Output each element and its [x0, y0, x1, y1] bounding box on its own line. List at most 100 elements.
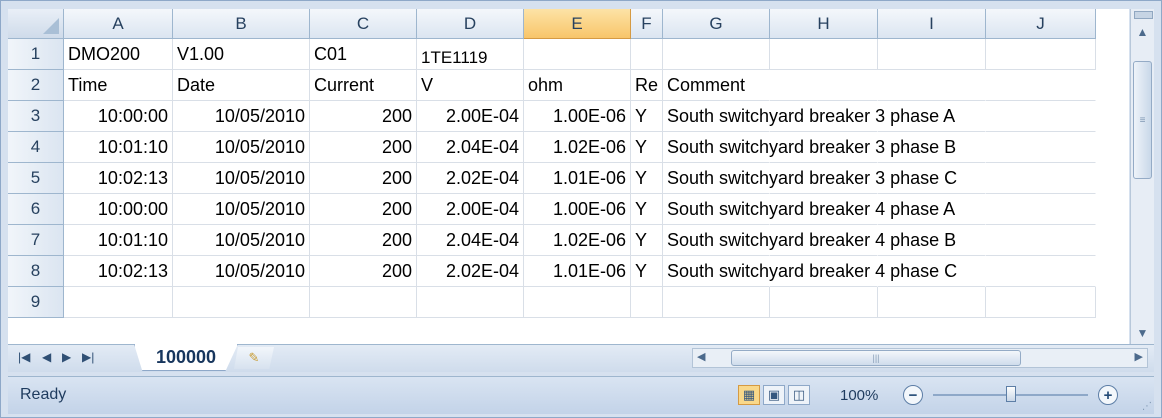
cell-d3[interactable]: 2.00E-04 — [417, 101, 524, 132]
next-sheet-icon[interactable]: ▶ — [62, 350, 71, 364]
cell-e8[interactable]: 1.01E-06 — [524, 256, 631, 287]
cell-b3[interactable]: 10/05/2010 — [173, 101, 310, 132]
vertical-scroll-thumb[interactable]: ≡ — [1133, 61, 1152, 179]
cell-a9[interactable] — [64, 287, 173, 318]
cell-j3[interactable] — [986, 101, 1096, 132]
cell-g6[interactable]: South switchyard breaker 4 phase A — [663, 194, 955, 225]
cell-h2[interactable] — [770, 70, 878, 101]
cell-i1[interactable] — [878, 39, 986, 70]
insert-sheet-icon[interactable]: ✎ — [234, 347, 274, 369]
cell-c3[interactable]: 200 — [310, 101, 417, 132]
zoom-level[interactable]: 100% — [840, 387, 878, 404]
row-header-2[interactable]: 2 — [8, 70, 64, 101]
page-break-preview-icon[interactable]: ◫ — [788, 385, 810, 405]
cell-e7[interactable]: 1.02E-06 — [524, 225, 631, 256]
cell-d8[interactable]: 2.02E-04 — [417, 256, 524, 287]
cell-i9[interactable] — [878, 287, 986, 318]
cell-c7[interactable]: 200 — [310, 225, 417, 256]
zoom-out-icon[interactable]: − — [903, 385, 923, 405]
scroll-up-icon[interactable]: ▲ — [1133, 23, 1152, 41]
cell-g9[interactable] — [663, 287, 770, 318]
cell-d4[interactable]: 2.04E-04 — [417, 132, 524, 163]
cell-g5[interactable]: South switchyard breaker 3 phase C — [663, 163, 957, 194]
cell-g4[interactable]: South switchyard breaker 3 phase B — [663, 132, 956, 163]
cell-j5[interactable] — [986, 163, 1096, 194]
resize-grip-icon[interactable]: ⋰ — [1142, 401, 1152, 412]
column-header-i[interactable]: I — [878, 9, 986, 39]
column-header-d[interactable]: D — [417, 9, 524, 39]
cell-j1[interactable] — [986, 39, 1096, 70]
cell-b9[interactable] — [173, 287, 310, 318]
column-header-a[interactable]: A — [64, 9, 173, 39]
column-header-h[interactable]: H — [770, 9, 878, 39]
column-header-c[interactable]: C — [310, 9, 417, 39]
cell-b4[interactable]: 10/05/2010 — [173, 132, 310, 163]
cell-g1[interactable] — [663, 39, 770, 70]
vertical-scrollbar[interactable]: ▲ ≡ ▼ — [1130, 9, 1154, 344]
cell-b2[interactable]: Date — [173, 70, 310, 101]
zoom-in-icon[interactable]: + — [1098, 385, 1118, 405]
row-header-9[interactable]: 9 — [8, 287, 64, 318]
cell-f9[interactable] — [631, 287, 663, 318]
cell-a4[interactable]: 10:01:10 — [64, 132, 173, 163]
split-box-icon[interactable] — [1134, 11, 1153, 19]
cell-d1[interactable]: 1TE1119 — [417, 39, 524, 70]
normal-view-icon[interactable]: ▦ — [738, 385, 760, 405]
cell-b6[interactable]: 10/05/2010 — [173, 194, 310, 225]
scroll-left-icon[interactable]: ◀ — [697, 350, 705, 363]
column-header-e[interactable]: E — [524, 9, 631, 39]
cell-j6[interactable] — [986, 194, 1096, 225]
scroll-right-icon[interactable]: ▶ — [1135, 350, 1143, 363]
horizontal-scrollbar[interactable]: ◀ ||| ▶ — [692, 348, 1148, 368]
cell-e4[interactable]: 1.02E-06 — [524, 132, 631, 163]
cell-c9[interactable] — [310, 287, 417, 318]
page-layout-icon[interactable]: ▣ — [763, 385, 785, 405]
prev-sheet-icon[interactable]: ◀ — [42, 350, 51, 364]
cell-e2[interactable]: ohm — [524, 70, 631, 101]
cell-b7[interactable]: 10/05/2010 — [173, 225, 310, 256]
cell-e5[interactable]: 1.01E-06 — [524, 163, 631, 194]
zoom-slider-thumb[interactable] — [1006, 386, 1016, 402]
cell-j8[interactable] — [986, 256, 1096, 287]
cell-c1[interactable]: C01 — [310, 39, 417, 70]
row-header-5[interactable]: 5 — [8, 163, 64, 194]
cell-e1[interactable] — [524, 39, 631, 70]
cell-a3[interactable]: 10:00:00 — [64, 101, 173, 132]
cell-a6[interactable]: 10:00:00 — [64, 194, 173, 225]
cell-f5[interactable]: Y — [631, 163, 663, 194]
column-header-b[interactable]: B — [173, 9, 310, 39]
cell-j2[interactable] — [986, 70, 1096, 101]
row-header-1[interactable]: 1 — [8, 39, 64, 70]
cell-a2[interactable]: Time — [64, 70, 173, 101]
cell-h1[interactable] — [770, 39, 878, 70]
row-header-4[interactable]: 4 — [8, 132, 64, 163]
cell-a5[interactable]: 10:02:13 — [64, 163, 173, 194]
cell-i2[interactable] — [878, 70, 986, 101]
column-header-g[interactable]: G — [663, 9, 770, 39]
cell-c6[interactable]: 200 — [310, 194, 417, 225]
cell-f2[interactable]: Re — [631, 70, 663, 101]
cell-f4[interactable]: Y — [631, 132, 663, 163]
row-header-6[interactable]: 6 — [8, 194, 64, 225]
cell-c4[interactable]: 200 — [310, 132, 417, 163]
cell-d2[interactable]: V — [417, 70, 524, 101]
column-header-j[interactable]: J — [986, 9, 1096, 39]
cell-a7[interactable]: 10:01:10 — [64, 225, 173, 256]
cell-b1[interactable]: V1.00 — [173, 39, 310, 70]
last-sheet-icon[interactable]: ▶| — [82, 350, 94, 364]
cell-f1[interactable] — [631, 39, 663, 70]
cell-c8[interactable]: 200 — [310, 256, 417, 287]
cell-g2[interactable]: Comment — [663, 70, 770, 101]
cell-c2[interactable]: Current — [310, 70, 417, 101]
cell-g3[interactable]: South switchyard breaker 3 phase A — [663, 101, 955, 132]
sheet-tab-100000[interactable]: 100000 — [134, 344, 238, 371]
cell-e3[interactable]: 1.00E-06 — [524, 101, 631, 132]
cell-b5[interactable]: 10/05/2010 — [173, 163, 310, 194]
cell-f7[interactable]: Y — [631, 225, 663, 256]
cell-b8[interactable]: 10/05/2010 — [173, 256, 310, 287]
scroll-down-icon[interactable]: ▼ — [1133, 324, 1152, 342]
cell-j7[interactable] — [986, 225, 1096, 256]
cell-c5[interactable]: 200 — [310, 163, 417, 194]
cell-d9[interactable] — [417, 287, 524, 318]
column-header-f[interactable]: F — [631, 9, 663, 39]
